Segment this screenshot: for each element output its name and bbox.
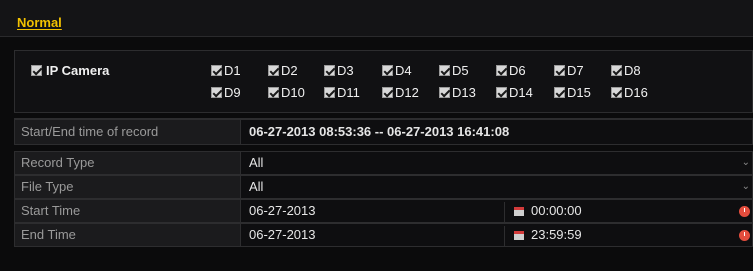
checkbox-checked-icon	[31, 65, 42, 76]
tab-normal[interactable]: Normal	[17, 15, 62, 30]
file-type-select[interactable]: All ⌄	[241, 175, 753, 199]
checkbox-checked-icon	[324, 87, 335, 98]
channel-checkbox-d14[interactable]: D14	[496, 85, 533, 100]
file-type-row: File Type All ⌄	[14, 175, 753, 199]
checkbox-checked-icon	[554, 87, 565, 98]
channel-label: D2	[281, 63, 298, 78]
ip-camera-checkbox[interactable]: IP Camera	[31, 63, 109, 78]
start-time-input[interactable]: 00:00:00	[531, 200, 582, 222]
channel-checkbox-d3[interactable]: D3	[324, 63, 354, 78]
checkbox-checked-icon	[496, 65, 507, 76]
channel-label: D5	[452, 63, 469, 78]
record-type-value: All	[249, 155, 264, 170]
checkbox-checked-icon	[439, 65, 450, 76]
start-time-label: Start Time	[14, 199, 241, 223]
channel-checkbox-d12[interactable]: D12	[382, 85, 419, 100]
channel-checkbox-d1[interactable]: D1	[211, 63, 241, 78]
channel-checkbox-d4[interactable]: D4	[382, 63, 412, 78]
record-range-row: Start/End time of record 06-27-2013 08:5…	[14, 119, 753, 145]
checkbox-checked-icon	[324, 65, 335, 76]
record-range-value: 06-27-2013 08:53:36 -- 06-27-2013 16:41:…	[241, 119, 753, 145]
channel-label: D6	[509, 63, 526, 78]
channel-checkbox-d11[interactable]: D11	[324, 85, 360, 100]
tab-bar: Normal	[0, 0, 753, 37]
checkbox-checked-icon	[439, 87, 450, 98]
start-time-row: Start Time 06-27-2013 00:00:00	[14, 199, 753, 223]
channel-label: D4	[395, 63, 412, 78]
channel-label: D13	[452, 85, 476, 100]
clock-icon[interactable]	[739, 206, 750, 217]
checkbox-checked-icon	[611, 87, 622, 98]
chevron-down-icon: ⌄	[741, 157, 750, 168]
file-type-value: All	[249, 179, 264, 194]
channel-label: D1	[224, 63, 241, 78]
channel-checkbox-d5[interactable]: D5	[439, 63, 469, 78]
record-type-label: Record Type	[14, 151, 241, 175]
checkbox-checked-icon	[211, 87, 222, 98]
channel-checkbox-d2[interactable]: D2	[268, 63, 298, 78]
channel-label: D15	[567, 85, 591, 100]
chevron-down-icon: ⌄	[741, 181, 750, 192]
checkbox-checked-icon	[382, 65, 393, 76]
checkbox-checked-icon	[496, 87, 507, 98]
channel-label: D7	[567, 63, 584, 78]
checkbox-checked-icon	[611, 65, 622, 76]
channel-label: D11	[337, 85, 360, 100]
divider	[504, 226, 505, 246]
divider	[504, 202, 505, 222]
checkbox-checked-icon	[211, 65, 222, 76]
end-time-fields: 06-27-2013 23:59:59	[241, 223, 753, 247]
checkbox-checked-icon	[268, 87, 279, 98]
search-conditions-table: Start/End time of record 06-27-2013 08:5…	[14, 118, 753, 247]
file-type-label: File Type	[14, 175, 241, 199]
channel-checkbox-d7[interactable]: D7	[554, 63, 584, 78]
end-time-input[interactable]: 23:59:59	[531, 224, 582, 246]
channel-label: D12	[395, 85, 419, 100]
channel-label: D9	[224, 85, 241, 100]
checkbox-checked-icon	[554, 65, 565, 76]
channel-checkbox-d10[interactable]: D10	[268, 85, 305, 100]
channel-label: D10	[281, 85, 305, 100]
start-time-fields: 06-27-2013 00:00:00	[241, 199, 753, 223]
channel-checkbox-d9[interactable]: D9	[211, 85, 241, 100]
channel-checkbox-d8[interactable]: D8	[611, 63, 641, 78]
ip-camera-label: IP Camera	[46, 63, 110, 78]
channel-label: D16	[624, 85, 648, 100]
checkbox-checked-icon	[268, 65, 279, 76]
checkbox-checked-icon	[382, 87, 393, 98]
channel-label: D14	[509, 85, 533, 100]
channel-checkbox-d6[interactable]: D6	[496, 63, 526, 78]
channel-checkbox-d13[interactable]: D13	[439, 85, 476, 100]
calendar-icon[interactable]	[514, 231, 524, 240]
clock-icon[interactable]	[739, 230, 750, 241]
channel-label: D8	[624, 63, 641, 78]
channel-label: D3	[337, 63, 354, 78]
record-range-label: Start/End time of record	[14, 119, 241, 145]
channel-checkbox-d16[interactable]: D16	[611, 85, 648, 100]
camera-selection-panel: IP Camera D1 D2 D3 D4 D5 D6 D7 D8 D9 D10…	[14, 50, 753, 113]
start-date-input[interactable]: 06-27-2013	[249, 200, 316, 222]
calendar-icon[interactable]	[514, 207, 524, 216]
end-date-input[interactable]: 06-27-2013	[249, 224, 316, 246]
end-time-label: End Time	[14, 223, 241, 247]
record-type-select[interactable]: All ⌄	[241, 151, 753, 175]
end-time-row: End Time 06-27-2013 23:59:59	[14, 223, 753, 247]
record-type-row: Record Type All ⌄	[14, 151, 753, 175]
channel-checkbox-d15[interactable]: D15	[554, 85, 591, 100]
